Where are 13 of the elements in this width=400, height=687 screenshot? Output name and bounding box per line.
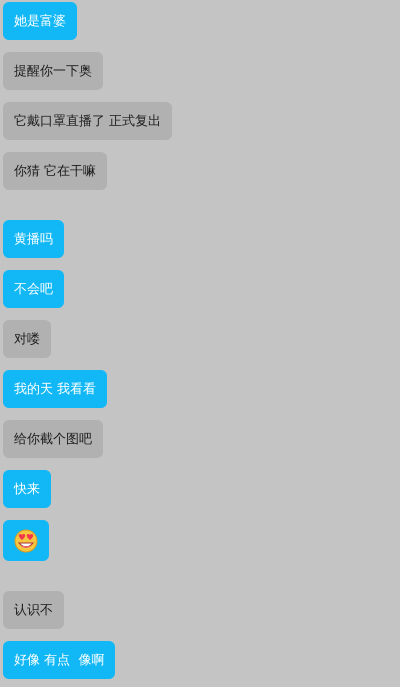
heart-eyes-emoji-icon [14,528,38,552]
sent-message-bubble: 黄播吗 [3,220,64,258]
received-message-bubble: 给你截个图吧 [3,420,103,458]
sent-message-bubble: 好像 有点 像啊 [3,641,116,679]
received-message-bubble: 你猜 它在干嘛 [3,152,108,190]
received-message-bubble: 对喽 [3,320,51,358]
sent-message-bubble: 我的天 我看看 [3,370,108,408]
sent-message-bubble: 快来 [3,470,51,508]
sent-message-bubble: 她是富婆 [3,2,77,40]
received-message-bubble: 提醒你一下奥 [3,52,103,90]
received-message-bubble: 认识不 [3,591,64,629]
sent-message-bubble: 不会吧 [3,270,64,308]
received-message-bubble: 它戴口罩直播了 正式复出 [3,102,172,140]
